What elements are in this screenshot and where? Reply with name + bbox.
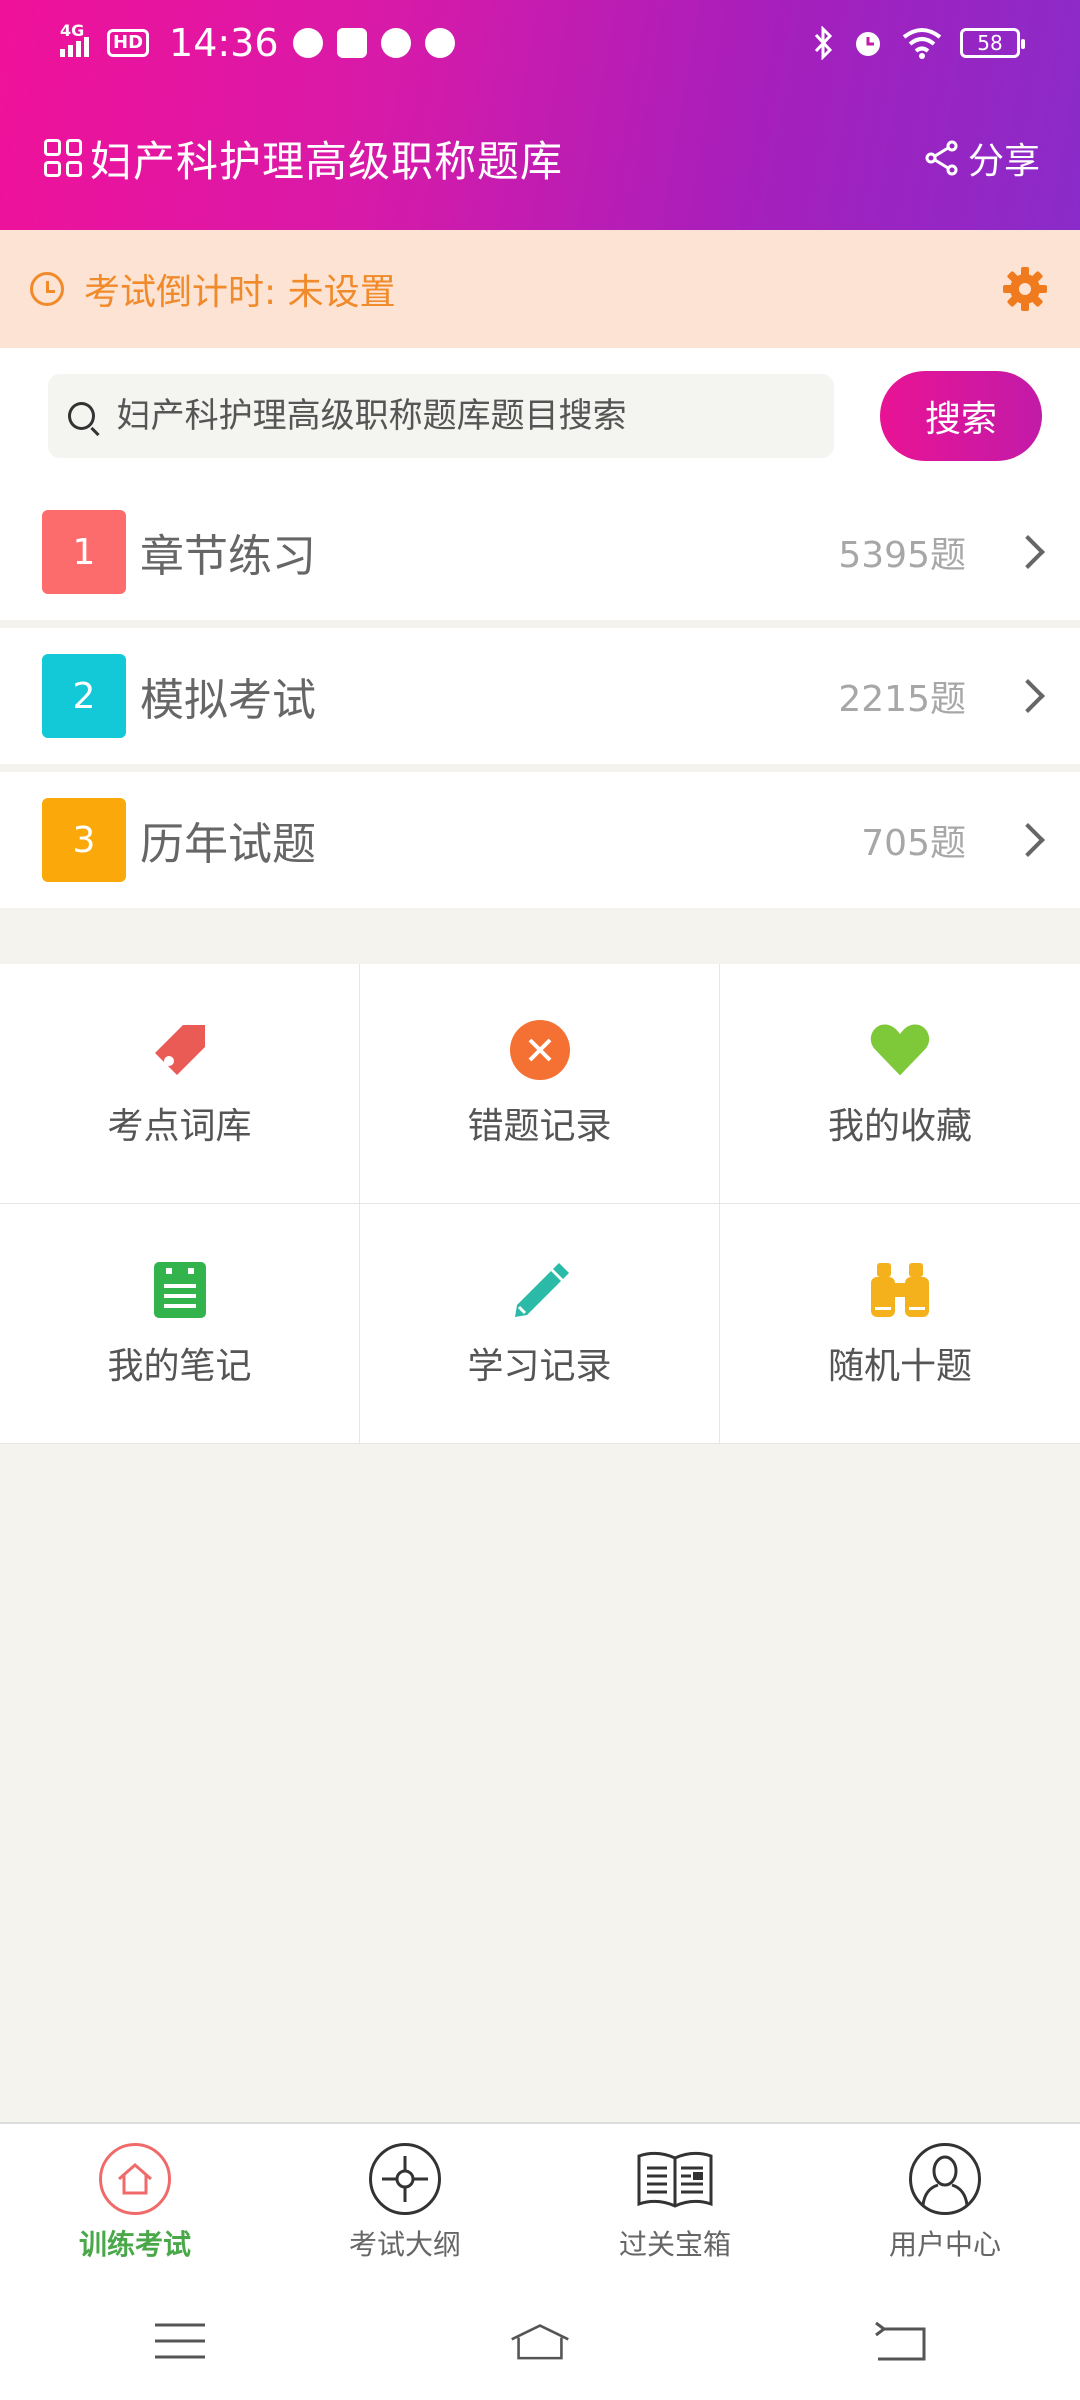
chevron-right-icon bbox=[1011, 535, 1045, 569]
chevron-right-icon bbox=[1011, 823, 1045, 857]
message-icon bbox=[380, 28, 411, 58]
title-bar: 妇产科护理高级职称题库 分享 bbox=[0, 118, 1080, 198]
question-count: 5395题 bbox=[838, 535, 966, 576]
menu-grid-icon[interactable] bbox=[44, 139, 82, 177]
tool-wrong-answers[interactable]: 错题记录 bbox=[360, 964, 720, 1204]
list-item-title: 模拟考试 bbox=[140, 675, 316, 726]
share-button[interactable]: 分享 bbox=[924, 132, 1040, 184]
alarm-icon bbox=[856, 32, 880, 56]
app-notification-icon bbox=[336, 28, 367, 58]
nav-label: 训练考试 bbox=[78, 2228, 191, 2261]
system-home-icon[interactable] bbox=[510, 2316, 570, 2366]
nav-label: 过关宝箱 bbox=[618, 2228, 731, 2261]
wifi-icon bbox=[902, 28, 942, 59]
list-item-chapter-practice[interactable]: 1 章节练习 5395题 bbox=[0, 484, 1080, 620]
nav-exam-outline[interactable]: 考试大纲 bbox=[270, 2124, 540, 2282]
tool-label: 我的笔记 bbox=[107, 1345, 252, 1387]
number-badge: 3 bbox=[42, 798, 126, 882]
hd-badge: HD bbox=[107, 29, 150, 57]
menu-icon[interactable] bbox=[150, 2316, 210, 2366]
binoculars-icon bbox=[869, 1259, 931, 1321]
tool-label: 随机十题 bbox=[827, 1345, 972, 1387]
signal-icon: 4G bbox=[60, 21, 89, 57]
tool-label: 错题记录 bbox=[467, 1105, 612, 1147]
search-button[interactable]: 搜索 bbox=[880, 371, 1042, 461]
list-item-title: 章节练习 bbox=[140, 531, 316, 582]
settings-gear-icon[interactable] bbox=[1000, 264, 1050, 314]
compass-icon bbox=[424, 28, 455, 58]
notification-icon bbox=[292, 28, 323, 58]
question-count: 2215题 bbox=[838, 679, 966, 720]
tool-label: 我的收藏 bbox=[827, 1105, 972, 1147]
status-time: 14:36 bbox=[169, 21, 279, 65]
newspaper-icon bbox=[637, 2143, 713, 2215]
list-item-mock-exam[interactable]: 2 模拟考试 2215题 bbox=[0, 628, 1080, 764]
page-title: 妇产科护理高级职称题库 bbox=[90, 136, 564, 186]
practice-list: 1 章节练习 5395题 2 模拟考试 2215题 3 历年试题 705题 bbox=[0, 484, 1080, 916]
app-header: 4G HD 14:36 58 妇产科护理高级职称题库 分享 bbox=[0, 0, 1080, 230]
tool-favorites[interactable]: 我的收藏 bbox=[720, 964, 1080, 1204]
bottom-nav: 训练考试 考试大纲 过关宝箱 用户中心 bbox=[0, 2122, 1080, 2282]
tool-my-notes[interactable]: 我的笔记 bbox=[0, 1204, 360, 1444]
target-icon bbox=[369, 2143, 441, 2215]
list-item-past-exams[interactable]: 3 历年试题 705题 bbox=[0, 772, 1080, 908]
home-icon bbox=[99, 2143, 171, 2215]
nav-label: 考试大纲 bbox=[348, 2228, 461, 2261]
close-circle-icon bbox=[509, 1019, 571, 1081]
exam-countdown-bar[interactable]: 考试倒计时: 未设置 bbox=[0, 230, 1080, 348]
search-icon bbox=[68, 402, 95, 430]
search-box[interactable] bbox=[48, 374, 834, 458]
share-label: 分享 bbox=[967, 141, 1040, 182]
tool-random-ten[interactable]: 随机十题 bbox=[720, 1204, 1080, 1444]
question-count: 705题 bbox=[861, 823, 966, 864]
tool-study-records[interactable]: 学习记录 bbox=[360, 1204, 720, 1444]
search-input[interactable] bbox=[116, 396, 834, 436]
countdown-text: 考试倒计时: 未设置 bbox=[84, 272, 396, 313]
user-icon bbox=[909, 2143, 981, 2215]
number-badge: 2 bbox=[42, 654, 126, 738]
network-type: 4G bbox=[60, 21, 85, 40]
battery-icon: 58 bbox=[960, 28, 1025, 58]
chevron-right-icon bbox=[1011, 679, 1045, 713]
note-icon bbox=[149, 1259, 211, 1321]
nav-training-exam[interactable]: 训练考试 bbox=[0, 2124, 270, 2282]
tag-icon bbox=[149, 1019, 211, 1081]
nav-user-center[interactable]: 用户中心 bbox=[810, 2124, 1080, 2282]
search-area: 搜索 bbox=[0, 348, 1080, 484]
clock-icon bbox=[30, 272, 64, 306]
pencil-icon bbox=[509, 1259, 571, 1321]
tool-label: 学习记录 bbox=[467, 1345, 612, 1387]
tool-keypoint-library[interactable]: 考点词库 bbox=[0, 964, 360, 1204]
nav-label: 用户中心 bbox=[888, 2228, 1001, 2261]
status-bar: 4G HD 14:36 58 bbox=[0, 0, 1080, 86]
bluetooth-icon bbox=[814, 26, 833, 60]
nav-treasure-box[interactable]: 过关宝箱 bbox=[540, 2124, 810, 2282]
heart-icon bbox=[869, 1019, 931, 1081]
list-item-title: 历年试题 bbox=[140, 819, 316, 870]
number-badge: 1 bbox=[42, 510, 126, 594]
back-icon[interactable] bbox=[870, 2316, 930, 2366]
share-icon bbox=[925, 140, 958, 176]
tool-label: 考点词库 bbox=[107, 1105, 252, 1147]
tools-grid: 考点词库 错题记录 我的收藏 我的笔记 学习记录 随机十题 bbox=[0, 964, 1080, 1444]
system-nav-bar bbox=[0, 2282, 1080, 2400]
